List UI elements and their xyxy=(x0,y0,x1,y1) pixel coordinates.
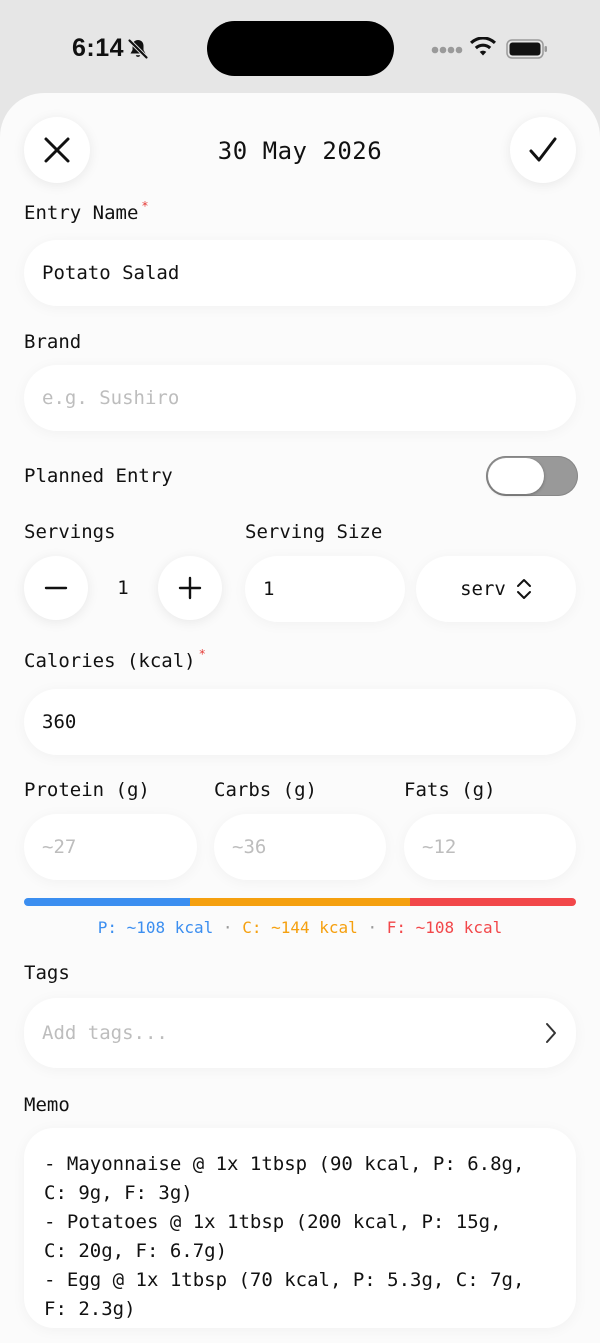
entry-name-label-text: Entry Name xyxy=(24,202,139,224)
memo-textarea[interactable]: - Mayonnaise @ 1x 1tbsp (90 kcal, P: 6.8… xyxy=(24,1128,576,1328)
fats-input[interactable]: ~12 xyxy=(404,814,576,880)
protein-label: Protein (g) xyxy=(24,779,150,801)
entry-name-label: Entry Name * xyxy=(24,199,149,224)
protein-kcal-legend: P: ~108 kcal xyxy=(97,918,214,937)
carbs-kcal-legend: C: ~144 kcal xyxy=(242,918,358,937)
protein-placeholder: ~27 xyxy=(42,836,77,858)
carbs-placeholder: ~36 xyxy=(232,836,267,858)
brand-placeholder: e.g. Sushiro xyxy=(42,387,180,409)
plus-icon xyxy=(178,576,202,600)
increase-servings-button[interactable] xyxy=(158,556,222,620)
legend-separator: · xyxy=(222,918,233,937)
macro-legend: P: ~108 kcal · C: ~144 kcal · F: ~108 kc… xyxy=(0,918,600,937)
chevron-up-down-icon xyxy=(516,579,531,599)
calories-label: Calories (kcal) * xyxy=(24,647,206,672)
entry-name-value: Potato Salad xyxy=(42,262,180,284)
minus-icon xyxy=(44,586,68,590)
servings-label: Servings xyxy=(24,521,116,543)
calories-label-text: Calories (kcal) xyxy=(24,650,196,672)
calories-value: 360 xyxy=(42,711,77,733)
checkmark-icon xyxy=(529,137,557,162)
status-time: 6:14 xyxy=(72,34,125,62)
battery-icon xyxy=(506,39,547,59)
servings-value: 1 xyxy=(117,577,129,599)
decrease-servings-button[interactable] xyxy=(24,556,88,620)
planned-entry-toggle[interactable] xyxy=(486,456,578,496)
carbs-bar-segment xyxy=(189,898,411,906)
serving-size-value: 1 xyxy=(263,578,275,600)
protein-input[interactable]: ~27 xyxy=(24,814,197,880)
tags-placeholder: Add tags... xyxy=(42,1022,168,1044)
calories-input[interactable]: 360 xyxy=(24,689,576,755)
signal-dots-icon xyxy=(431,46,463,54)
chevron-right-icon xyxy=(546,1023,556,1043)
tags-input[interactable]: Add tags... xyxy=(24,998,576,1068)
required-mark: * xyxy=(141,199,149,213)
fats-kcal-legend: F: ~108 kcal xyxy=(386,918,503,937)
memo-label: Memo xyxy=(24,1094,70,1116)
legend-separator: · xyxy=(367,918,378,937)
confirm-button[interactable] xyxy=(510,117,576,183)
serving-unit-select[interactable]: serv xyxy=(416,556,576,622)
required-mark: * xyxy=(198,647,206,661)
planned-entry-label: Planned Entry xyxy=(24,465,173,487)
brand-label: Brand xyxy=(24,331,82,353)
entry-name-input[interactable]: Potato Salad xyxy=(24,240,576,306)
serving-size-input[interactable]: 1 xyxy=(245,556,405,622)
fats-bar-segment xyxy=(410,898,576,906)
status-bar: 6:14 xyxy=(0,0,600,92)
tags-label: Tags xyxy=(24,962,70,984)
carbs-input[interactable]: ~36 xyxy=(214,814,386,880)
serving-unit-value: serv xyxy=(460,578,506,600)
protein-bar-segment xyxy=(24,898,190,906)
brand-input[interactable]: e.g. Sushiro xyxy=(24,365,576,431)
fats-label: Fats (g) xyxy=(404,779,496,801)
wifi-icon xyxy=(470,37,496,56)
fats-placeholder: ~12 xyxy=(422,836,457,858)
dynamic-island xyxy=(207,21,394,76)
bell-slash-icon xyxy=(127,38,149,60)
carbs-label: Carbs (g) xyxy=(214,779,317,801)
toggle-knob xyxy=(488,458,544,494)
serving-size-label: Serving Size xyxy=(245,521,383,543)
